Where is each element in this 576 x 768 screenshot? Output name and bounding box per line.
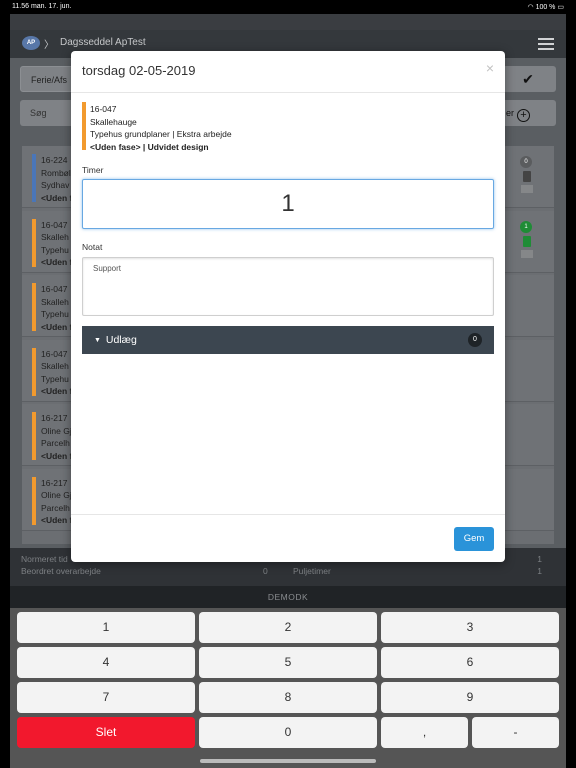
normeret-label: Normeret tid [21,554,68,564]
beordret-label: Beordret overarbejde [21,566,101,576]
battery-percent: 100 % [535,4,556,11]
entry-desc: Typehu [41,373,69,384]
beordret-value: 0 [263,566,268,576]
key-0[interactable]: 0 [199,717,377,748]
status-right: ◠ 100 % ▭ [528,3,565,11]
entry-desc: Parcelh [41,502,70,513]
numeric-keypad: 1 2 3 4 5 6 7 8 9 Slet 0 , - [10,608,566,768]
expenses-toggle[interactable]: ▼ Udlæg 0 [82,326,494,354]
task-name: Skallehauge [90,116,137,127]
entry-phase: <Uden f [41,257,73,267]
timer-label: Timer [82,165,104,175]
status-bar: 11.56 man. 17. jun. ◠ 100 % ▭ [0,0,576,14]
entry-name: Skalleh [41,232,69,242]
caret-down-icon: ▼ [94,337,101,344]
entry-code: 16-047 [41,219,68,230]
entry-name: Oline Gj [41,490,72,500]
add-button-label: er [506,108,515,118]
copy-stack-icon[interactable] [521,249,533,258]
entry-code: 16-217 [41,413,68,423]
breadcrumb-chevron-icon: 〉 [44,40,54,51]
key-8[interactable]: 8 [199,682,377,713]
entry-phase: <Uden f [41,321,73,332]
clipboard-icon[interactable] [523,171,531,182]
entry-desc: Sydhav [41,180,70,190]
entry-icons: 1 [520,220,534,258]
key-comma[interactable]: , [381,717,468,748]
entry-phase: <Uden f [41,450,73,461]
key-minus[interactable]: - [472,717,559,748]
plus-circle-icon: + [517,109,531,122]
time-entry-modal: torsdag 02-05-2019 × 16-047 Skallehauge … [71,51,505,562]
entry-code: 16-217 [41,477,68,488]
demo-banner: DEMODK [10,586,566,608]
entry-phase: <Uden f [41,386,73,396]
modal-header: torsdag 02-05-2019 × [71,51,505,93]
copy-stack-icon[interactable] [521,185,533,193]
entry-phase: <Uden f [41,192,73,203]
entry-desc: Typehu [41,244,69,255]
entry-name: Skalleh [41,361,69,371]
close-icon[interactable]: × [486,60,494,76]
checkmark-icon: ✔ [522,71,534,87]
save-button[interactable]: Gem [454,527,494,551]
note-textarea[interactable]: Support [82,257,494,316]
puljetimer-label: Puljetimer [293,566,331,576]
modal-footer: Gem [71,514,505,562]
hours-input[interactable]: 1 [82,179,494,229]
entry-icons: 0 [520,156,534,193]
hamburger-menu-icon[interactable] [538,38,554,53]
delete-key[interactable]: Slet [17,717,195,748]
expenses-label: Udlæg [105,334,137,346]
key-2[interactable]: 2 [199,612,377,643]
approve-check-button[interactable]: ✔ [500,66,556,92]
key-3[interactable]: 3 [381,612,559,643]
entry-color-bar [32,347,36,396]
entry-code: 16-047 [41,284,68,294]
entry-phase: <Uden f [41,515,73,525]
entry-color-bar [32,412,36,460]
notat-label: Notat [82,242,103,252]
count-badge: 0 [520,156,532,168]
key-9[interactable]: 9 [381,682,559,713]
task-color-bar [82,102,86,150]
status-time: 11.56 man. 17. jun. [12,3,72,10]
task-info: 16-047 Skallehauge Typehus grundplaner |… [82,101,494,154]
entry-desc: Typehu [41,309,69,319]
entry-color-bar [32,154,36,202]
expenses-count-badge: 0 [468,333,482,347]
key-6[interactable]: 6 [381,647,559,678]
entry-color-bar [32,283,36,331]
entry-name: Oline Gj [41,425,72,436]
top-strip [10,14,566,30]
modal-title: torsdag 02-05-2019 [82,63,196,78]
task-phase-rest: | Udvidet design [140,141,209,152]
entry-code: 16-224 [41,155,68,165]
normeret-value: 1 [537,554,542,564]
screen: 11.56 man. 17. jun. ◠ 100 % ▭ AP 〉 Dagss… [0,0,576,768]
count-badge: 1 [520,220,532,233]
key-1[interactable]: 1 [17,612,195,643]
key-7[interactable]: 7 [17,682,195,713]
app-title: Dagsseddel ApTest [60,37,146,48]
task-code: 16-047 [90,104,117,114]
task-phase: <Uden fase> | Udvidet design [90,141,232,154]
puljetimer-value: 1 [537,566,542,576]
clipboard-icon[interactable] [523,235,531,247]
entry-desc: Parcelh [41,438,70,448]
entry-code: 16-047 [41,348,68,359]
task-description: Typehus grundplaner | Ekstra arbejde [90,129,232,139]
add-button[interactable]: er + [500,100,556,126]
entry-color-bar [32,476,36,525]
app-logo[interactable]: AP [22,36,40,50]
key-4[interactable]: 4 [17,647,195,678]
battery-icon: ▭ [557,4,564,11]
home-indicator [200,759,376,763]
wifi-icon: ◠ [527,4,536,11]
entry-name: Rombøl [41,167,71,178]
entry-name: Skalleh [41,296,69,307]
entry-color-bar [32,218,36,267]
task-phase-bold: <Uden fase> [90,141,141,152]
key-5[interactable]: 5 [199,647,377,678]
